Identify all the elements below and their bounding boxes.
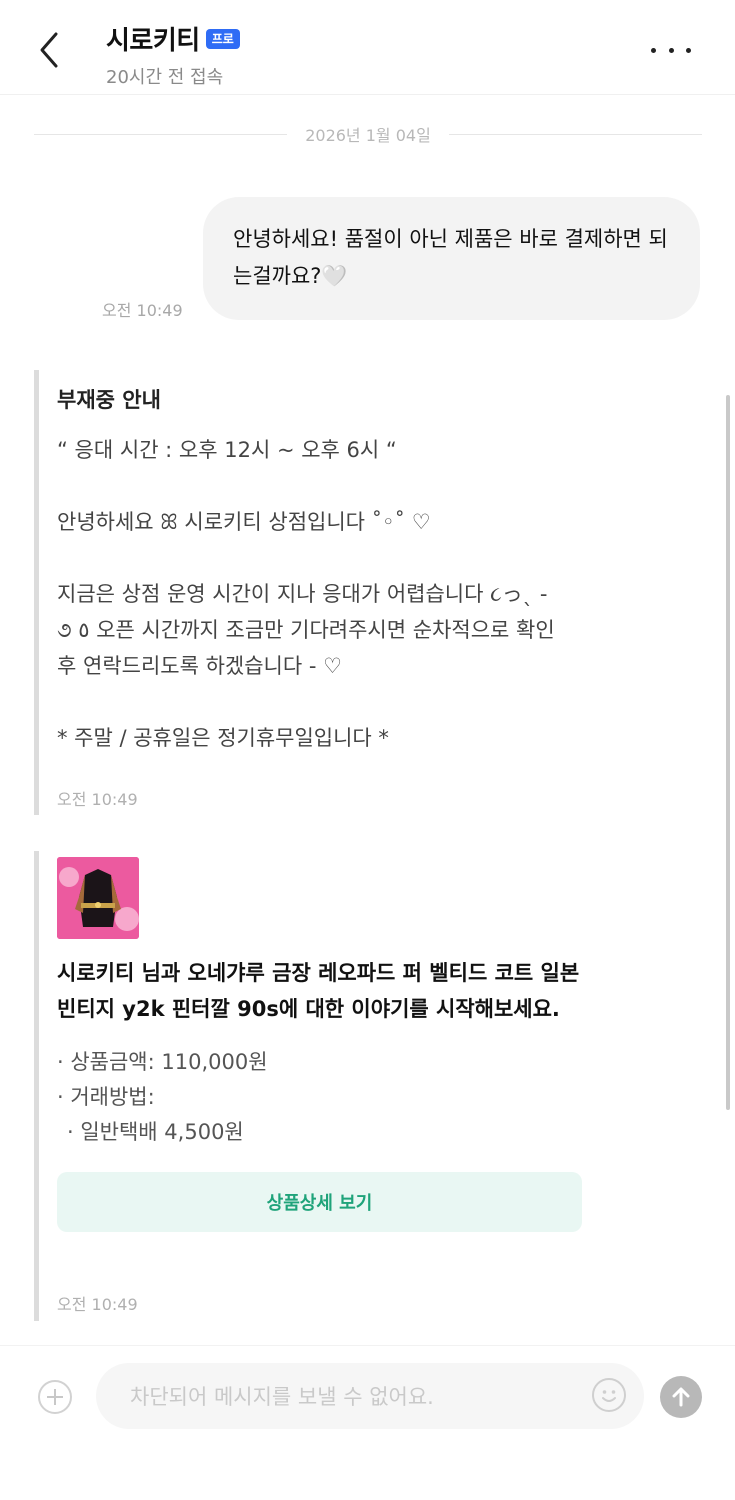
product-card-message: 시로키티 님과 오네갸루 금장 레오파드 퍼 벨티드 코트 일본빈티지 y2k … — [34, 851, 594, 1321]
trade-method-value: · 일반택배 4,500원 — [67, 1120, 244, 1144]
outgoing-message-time: 오전 10:49 — [102, 301, 183, 320]
chat-title-area: 시로키티 프로 20시간 전 접속 — [106, 20, 240, 89]
message-input[interactable]: 차단되어 메시지를 보낼 수 없어요. — [96, 1363, 644, 1429]
away-notice-message[interactable]: 부재중 안내 “ 응대 시간 : 오후 12시 ~ 오후 6시 “ 안녕하세요 … — [34, 370, 594, 815]
date-divider-text: 2026년 1월 04일 — [305, 126, 431, 145]
outgoing-message-bubble[interactable]: 안녕하세요! 품절이 아닌 제품은 바로 결제하면 되는걸까요?🤍 — [203, 197, 700, 320]
away-notice-time: 오전 10:49 — [57, 790, 138, 809]
product-price: · 상품금액: 110,000원 — [57, 1050, 268, 1074]
message-input-bar: 차단되어 메시지를 보낼 수 없어요. — [0, 1345, 735, 1500]
last-seen-status: 20시간 전 접속 — [106, 67, 224, 88]
product-card-time: 오전 10:49 — [57, 1295, 138, 1314]
more-options-icon[interactable] — [651, 38, 691, 62]
date-divider: 2026년 1월 04일 — [34, 122, 702, 146]
pro-badge: 프로 — [205, 28, 240, 49]
chat-header: 시로키티 프로 20시간 전 접속 — [0, 0, 735, 95]
scrollbar[interactable] — [726, 395, 730, 1110]
shop-name[interactable]: 시로키티 — [106, 20, 200, 57]
away-notice-heading: 부재중 안내 — [57, 388, 161, 412]
away-notice-body: “ 응대 시간 : 오후 12시 ~ 오후 6시 “ 안녕하세요 ꕤ 시로키티 … — [57, 438, 555, 750]
plus-icon[interactable] — [38, 1380, 72, 1414]
trade-method-label: · 거래방법: — [57, 1085, 155, 1109]
back-arrow-icon[interactable] — [32, 28, 72, 72]
send-icon[interactable] — [660, 1376, 702, 1418]
emoji-icon[interactable] — [592, 1378, 626, 1412]
product-info: · 상품금액: 110,000원 · 거래방법: · 일반택배 4,500원 — [57, 1045, 594, 1150]
message-input-placeholder: 차단되어 메시지를 보낼 수 없어요. — [130, 1385, 434, 1409]
view-product-detail-button[interactable]: 상품상세 보기 — [57, 1172, 582, 1232]
product-card-title: 시로키티 님과 오네갸루 금장 레오파드 퍼 벨티드 코트 일본빈티지 y2k … — [57, 961, 580, 1021]
product-thumbnail[interactable] — [57, 857, 139, 939]
